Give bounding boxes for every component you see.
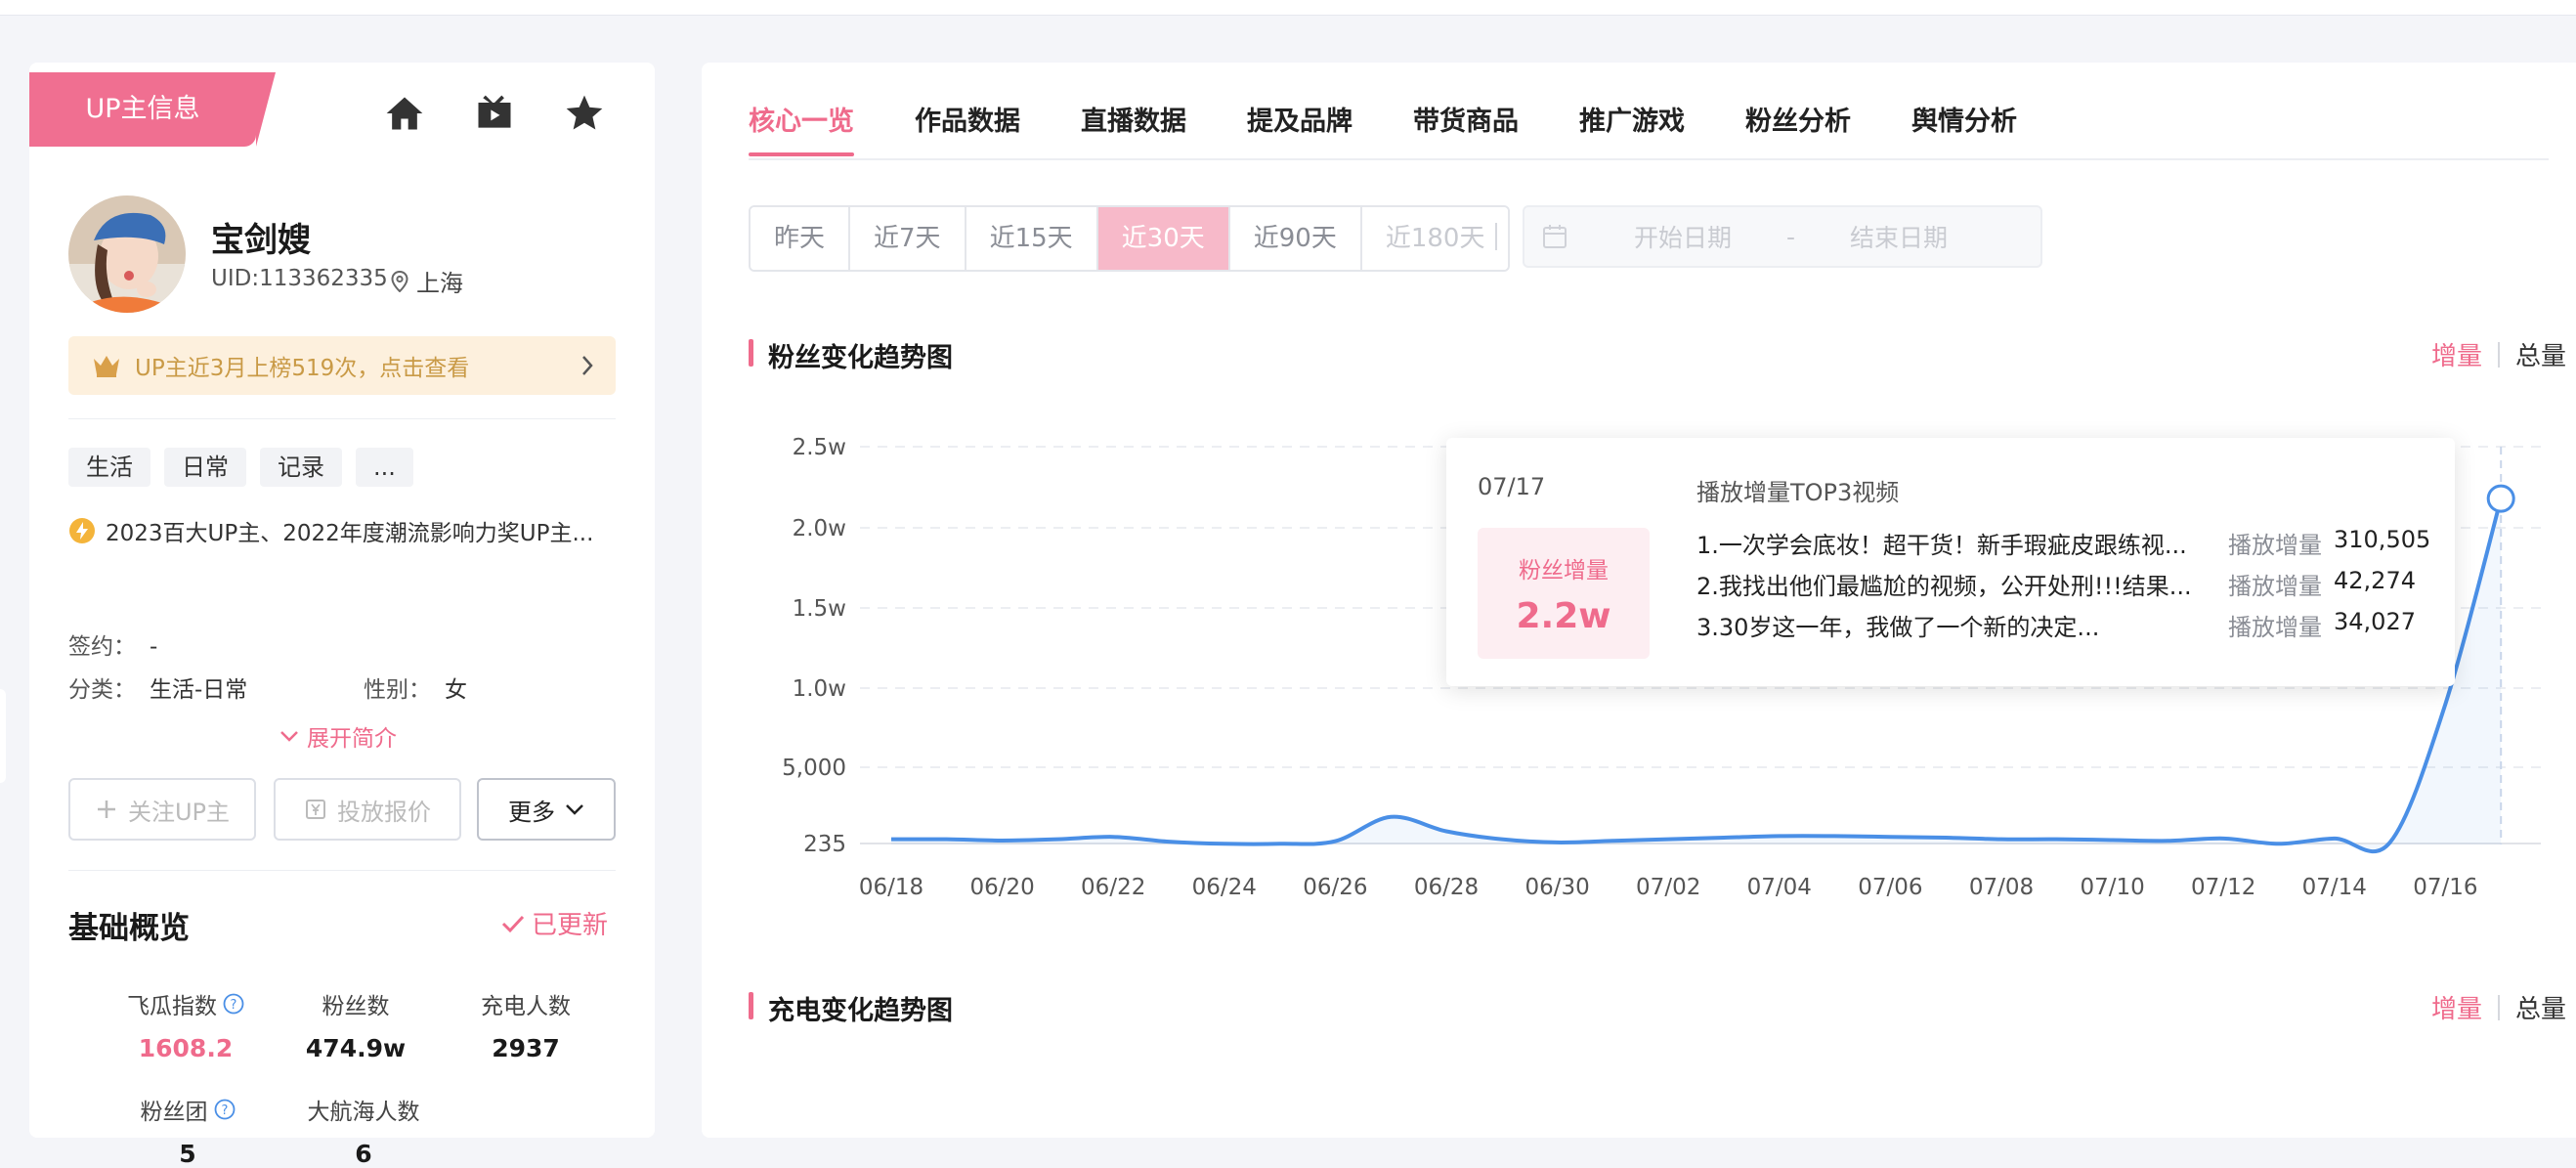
tooltip-heading: 播放增量TOP3视频 xyxy=(1696,479,1900,506)
data-point xyxy=(2054,837,2060,843)
x-tick-label: 06/30 xyxy=(1524,875,1589,900)
video-title: 3.30岁这一年，我做了一个新的决定... xyxy=(1696,614,2100,641)
x-tick-label: 06/28 xyxy=(1414,875,1479,900)
data-point xyxy=(1665,837,1671,843)
tooltip-date: 07/17 xyxy=(1478,473,1546,500)
data-point xyxy=(2387,840,2393,845)
data-point-highlight xyxy=(2486,484,2515,513)
x-tick-label: 06/18 xyxy=(859,875,923,900)
data-point xyxy=(1555,840,1561,845)
data-point xyxy=(1054,837,1060,843)
tooltip-fans-label: 粉丝增量 xyxy=(1519,558,1609,584)
data-point xyxy=(1000,838,1006,844)
data-point xyxy=(1777,833,1782,839)
video-play-value: 34,027 xyxy=(2334,608,2416,635)
video-play-label: 播放增量 xyxy=(2228,573,2322,600)
data-point xyxy=(1166,839,1172,844)
tooltip-video-row[interactable]: 3.30岁这一年，我做了一个新的决定... 播放增量 34,027 xyxy=(1696,608,2439,643)
data-point xyxy=(1332,839,1338,844)
data-point xyxy=(2276,841,2282,846)
data-point xyxy=(1277,841,1283,846)
data-point xyxy=(1943,835,1949,841)
y-tick-label: 5,000 xyxy=(782,756,846,781)
video-play-value: 42,274 xyxy=(2334,567,2416,594)
x-tick-label: 07/16 xyxy=(2413,875,2477,900)
tooltip-fans-value: 2.2w xyxy=(1516,596,1611,636)
stat-value: 6 xyxy=(355,1140,372,1168)
x-tick-label: 07/02 xyxy=(1636,875,1700,900)
video-title: 2.我找出他们最尴尬的视频，公开处刑!!!结果... xyxy=(1696,573,2192,600)
x-tick-label: 06/20 xyxy=(969,875,1034,900)
data-point xyxy=(1832,833,1838,839)
x-tick-label: 06/24 xyxy=(1192,875,1257,900)
x-tick-label: 07/06 xyxy=(1858,875,1922,900)
y-tick-label: 235 xyxy=(803,832,846,857)
video-play-value: 310,505 xyxy=(2334,526,2431,553)
x-tick-label: 07/08 xyxy=(1969,875,2034,900)
data-point xyxy=(2110,837,2116,843)
tooltip-fans-box: 粉丝增量 2.2w xyxy=(1478,528,1650,659)
tooltip-video-row[interactable]: 1.一次学会底妆！超干货！新手瑕疵皮跟练视... 播放增量 310,505 xyxy=(1696,526,2439,561)
tooltip-video-row[interactable]: 2.我找出他们最尴尬的视频，公开处刑!!!结果... 播放增量 42,274 xyxy=(1696,567,2439,602)
data-point xyxy=(1388,814,1394,820)
video-play-label: 播放增量 xyxy=(2228,532,2322,559)
data-point xyxy=(2165,838,2170,844)
y-tick-label: 2.0w xyxy=(793,516,846,541)
data-point xyxy=(1499,837,1505,843)
video-play-label: 播放增量 xyxy=(2228,614,2322,641)
y-tick-label: 2.5w xyxy=(793,435,846,460)
y-tick-label: 1.5w xyxy=(793,596,846,622)
x-tick-label: 07/14 xyxy=(2302,875,2367,900)
data-point xyxy=(888,837,894,843)
video-title: 1.一次学会底妆！超干货！新手瑕疵皮跟练视... xyxy=(1696,532,2187,559)
data-point xyxy=(1110,834,1116,840)
x-tick-label: 07/04 xyxy=(1747,875,1812,900)
data-point xyxy=(1610,838,1615,844)
chart-tooltip: 07/17 播放增量TOP3视频 粉丝增量 2.2w 1.一次学会底妆！超干货！… xyxy=(1446,438,2455,686)
x-tick-label: 06/22 xyxy=(1081,875,1145,900)
data-point xyxy=(1443,828,1449,834)
stat-value: 5 xyxy=(179,1140,196,1168)
data-point xyxy=(1721,835,1727,841)
data-point xyxy=(1887,834,1893,840)
x-tick-label: 06/26 xyxy=(1303,875,1367,900)
y-tick-label: 1.0w xyxy=(793,676,846,702)
data-point xyxy=(2220,836,2226,842)
data-point xyxy=(2332,836,2338,842)
data-point xyxy=(1998,837,2004,843)
data-point xyxy=(944,837,950,843)
x-tick-label: 07/10 xyxy=(2080,875,2144,900)
data-point xyxy=(1222,841,1227,846)
x-tick-label: 07/12 xyxy=(2191,875,2255,900)
data-point xyxy=(2442,701,2448,707)
